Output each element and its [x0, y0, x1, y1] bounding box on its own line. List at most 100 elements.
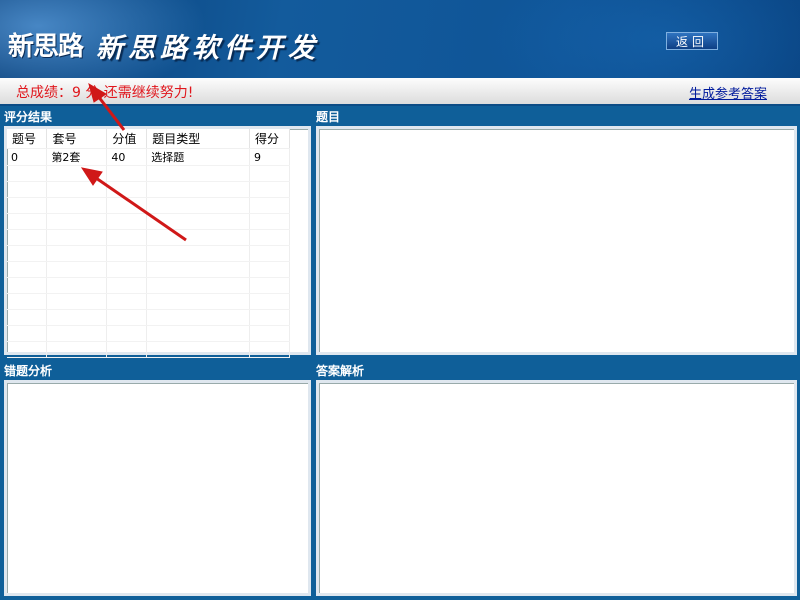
brand-logo: 新思路	[8, 32, 84, 62]
column-header[interactable]: 分值	[106, 129, 148, 149]
table-cell	[7, 325, 48, 342]
table-row[interactable]	[7, 165, 290, 182]
results-table-body: 0 第2套 40 选择题 9	[7, 148, 290, 358]
table-cell	[46, 197, 108, 214]
app-title: 新思路软件开发	[96, 33, 320, 64]
table-cell	[106, 293, 148, 310]
answer-analysis-panel[interactable]	[316, 380, 797, 596]
table-cell: 选择题	[146, 148, 251, 166]
table-cell	[106, 277, 148, 294]
table-cell	[106, 197, 148, 214]
table-cell: 第2套	[46, 148, 108, 166]
table-cell	[46, 165, 108, 182]
table-cell	[46, 213, 108, 230]
table-cell	[146, 309, 251, 326]
table-cell	[46, 229, 108, 246]
table-cell	[46, 341, 108, 358]
table-cell	[46, 245, 108, 262]
table-cell: 40	[106, 148, 148, 166]
generate-answers-link[interactable]: 生成参考答案	[689, 83, 767, 102]
table-row[interactable]	[7, 197, 290, 214]
table-cell	[249, 277, 290, 294]
table-cell	[146, 229, 251, 246]
table-cell	[146, 165, 251, 182]
table-cell	[106, 229, 148, 246]
table-cell	[249, 261, 290, 278]
question-panel[interactable]	[316, 126, 797, 355]
table-cell	[249, 165, 290, 182]
table-cell	[249, 181, 290, 198]
table-row[interactable]	[7, 213, 290, 230]
table-cell	[46, 325, 108, 342]
table-cell	[146, 197, 251, 214]
table-row[interactable]	[7, 261, 290, 278]
column-header[interactable]: 题号	[7, 129, 48, 149]
table-row[interactable]: 0 第2套 40 选择题 9	[7, 148, 290, 166]
total-score-message: 总成绩：9 分,还需继续努力!	[16, 85, 194, 101]
table-cell	[7, 277, 48, 294]
table-cell	[46, 277, 108, 294]
table-row[interactable]	[7, 277, 290, 294]
header-banner: 新思路 新思路软件开发 返回	[0, 0, 800, 78]
table-row[interactable]	[7, 181, 290, 198]
wrong-analysis-panel[interactable]	[4, 380, 311, 596]
table-cell	[249, 197, 290, 214]
table-cell	[7, 261, 48, 278]
table-cell	[46, 309, 108, 326]
wrong-analysis-panel-label: 错题分析	[4, 364, 53, 378]
table-cell	[146, 277, 251, 294]
table-row[interactable]	[7, 309, 290, 326]
column-header[interactable]: 题目类型	[146, 129, 251, 149]
table-cell	[46, 261, 108, 278]
table-cell	[46, 181, 108, 198]
answer-analysis-panel-label: 答案解析	[316, 364, 365, 378]
table-cell	[249, 213, 290, 230]
table-row[interactable]	[7, 341, 290, 358]
results-panel-label: 评分结果	[4, 110, 53, 124]
table-row[interactable]	[7, 229, 290, 246]
table-cell	[249, 229, 290, 246]
table-cell	[106, 261, 148, 278]
table-cell	[106, 165, 148, 182]
table-cell	[7, 229, 48, 246]
results-panel: 题号 套号 分值 题目类型 得分 0 第2套 40 选择题 9	[4, 126, 311, 358]
column-header[interactable]: 套号	[46, 129, 108, 149]
table-cell	[249, 293, 290, 310]
table-cell	[249, 325, 290, 342]
table-cell	[146, 341, 251, 358]
table-cell	[106, 181, 148, 198]
table-row[interactable]	[7, 245, 290, 262]
table-cell	[146, 293, 251, 310]
table-cell	[106, 341, 148, 358]
question-panel-label: 题目	[316, 110, 341, 124]
table-cell	[7, 213, 48, 230]
table-cell	[106, 213, 148, 230]
results-table-header: 题号 套号 分值 题目类型 得分	[7, 129, 290, 149]
back-button[interactable]: 返回	[666, 32, 718, 50]
table-row[interactable]	[7, 325, 290, 342]
table-cell	[7, 309, 48, 326]
table-cell	[146, 325, 251, 342]
table-cell: 9	[249, 148, 290, 166]
table-cell	[7, 245, 48, 262]
table-cell	[146, 213, 251, 230]
table-cell	[7, 293, 48, 310]
results-table[interactable]: 题号 套号 分值 题目类型 得分 0 第2套 40 选择题 9	[7, 129, 290, 358]
table-cell	[7, 181, 48, 198]
table-cell	[7, 197, 48, 214]
table-cell	[46, 293, 108, 310]
table-cell	[106, 325, 148, 342]
table-cell	[249, 341, 290, 358]
table-cell	[146, 261, 251, 278]
table-cell	[106, 245, 148, 262]
table-cell	[146, 245, 251, 262]
table-cell	[106, 309, 148, 326]
table-cell: 0	[7, 148, 48, 166]
table-cell	[7, 341, 48, 358]
column-header[interactable]: 得分	[249, 129, 290, 149]
table-row[interactable]	[7, 293, 290, 310]
table-cell	[146, 181, 251, 198]
score-bar: 总成绩：9 分,还需继续努力! 生成参考答案	[0, 78, 800, 106]
table-cell	[7, 165, 48, 182]
table-cell	[249, 309, 290, 326]
